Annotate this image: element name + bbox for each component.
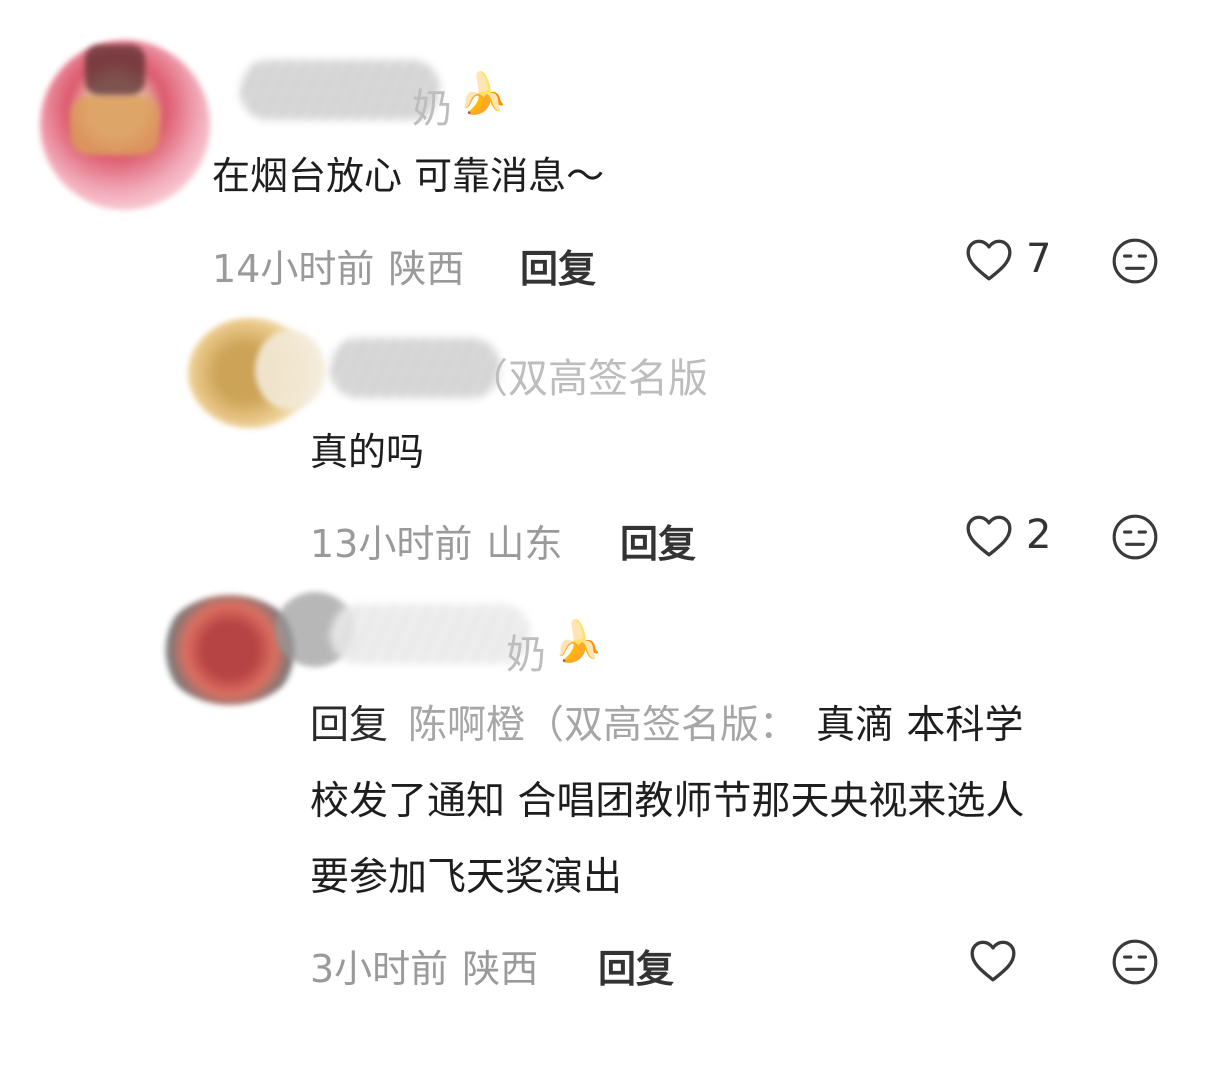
avatar-detail	[255, 330, 325, 410]
like-button[interactable]: 7	[964, 236, 1051, 282]
reply-button[interactable]: 回复	[620, 513, 696, 568]
comment-meta: 13小时前 山东	[310, 513, 562, 568]
like-count: 7	[1026, 236, 1052, 282]
neutral-face-icon[interactable]	[1110, 512, 1160, 562]
avatar-detail	[70, 95, 160, 155]
banana-badge-icon: 🍌	[553, 619, 603, 665]
username-suffix: 奶	[412, 86, 452, 132]
comment-location: 山东	[486, 522, 563, 566]
neutral-face-icon[interactable]	[1110, 937, 1160, 987]
comment-text-line: 校发了通知 合唱团教师节那天央视来选人	[310, 779, 1025, 824]
like-count: 2	[1026, 512, 1052, 558]
reply-button[interactable]: 回复	[520, 238, 596, 293]
username-redacted[interactable]	[330, 604, 530, 664]
comment-time: 14小时前	[212, 247, 375, 291]
username-suffix: 奶	[506, 632, 546, 678]
reply-target-user[interactable]: 陈啊橙（双高签名版：	[408, 703, 798, 748]
heart-outline-icon	[966, 515, 1012, 557]
comment-location: 陕西	[462, 947, 539, 991]
comment-time: 3小时前	[310, 947, 449, 991]
like-button[interactable]	[968, 937, 1030, 983]
neutral-face-icon[interactable]	[1110, 236, 1160, 286]
reply-prefix: 回复	[310, 703, 389, 748]
banana-badge-icon: 🍌	[458, 71, 508, 117]
comment-location: 陕西	[388, 247, 465, 291]
avatar-detail	[85, 45, 145, 95]
like-button[interactable]: 2	[964, 512, 1051, 558]
heart-outline-icon	[970, 940, 1016, 982]
comment-time: 13小时前	[310, 522, 473, 566]
comment-text-line: 真滴 本科学	[816, 703, 1024, 748]
comment-meta: 3小时前 陕西	[310, 938, 538, 993]
username-redacted[interactable]	[240, 60, 440, 120]
heart-outline-icon	[966, 239, 1012, 281]
comment-text: 真的吗	[310, 430, 425, 474]
username-suffix: （双高签名版	[468, 356, 708, 402]
comment-meta: 14小时前 陕西	[212, 238, 464, 293]
comment-text: 回复 陈啊橙（双高签名版： 真滴 本科学	[310, 688, 1023, 764]
comment-text-line: 要参加飞天奖演出	[310, 855, 623, 900]
reply-button[interactable]: 回复	[598, 938, 674, 993]
comment-text: 在烟台放心 可靠消息～	[212, 154, 605, 198]
